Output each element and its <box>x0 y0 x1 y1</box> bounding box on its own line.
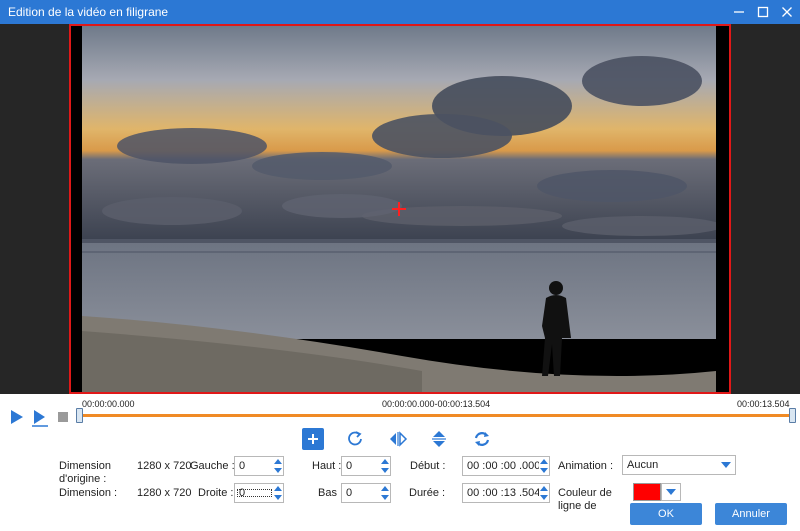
cancel-button[interactable]: Annuler <box>715 503 787 525</box>
dimension-value: 1280 x 720 <box>137 487 192 499</box>
video-preview-area <box>0 24 800 394</box>
timeline-end-handle[interactable] <box>789 408 796 423</box>
crosshair-icon <box>392 202 406 216</box>
timeline-track[interactable] <box>79 414 793 417</box>
play-segment-icon[interactable] <box>31 409 49 427</box>
minimize-button[interactable] <box>728 0 750 24</box>
animation-value: Aucun <box>627 459 659 471</box>
bottom-input[interactable] <box>342 487 381 499</box>
window-title: Edition de la vidéo en filigrane <box>8 5 169 19</box>
maximize-icon <box>757 6 769 18</box>
original-dimension-value: 1280 x 720 <box>137 460 192 472</box>
stepper-down-icon[interactable] <box>539 468 548 473</box>
add-watermark-button[interactable] <box>302 428 324 450</box>
close-button[interactable] <box>776 0 798 24</box>
close-icon <box>782 7 792 17</box>
line-color-label: Couleur de ligne de <box>558 487 612 512</box>
animation-select[interactable]: Aucun <box>622 455 736 475</box>
timeline-end-time: 00:00:13.504 <box>737 399 790 409</box>
rotate-icon <box>348 431 362 446</box>
plus-icon <box>308 434 318 444</box>
maximize-button[interactable] <box>752 0 774 24</box>
animation-label: Animation : <box>558 460 614 472</box>
stepper-down-icon[interactable] <box>274 495 283 500</box>
flip-vertical-button[interactable] <box>428 428 450 450</box>
timeline-start-handle[interactable] <box>76 408 83 423</box>
stepper-up-icon[interactable] <box>539 486 548 491</box>
play-icon[interactable] <box>10 409 24 425</box>
top-input[interactable] <box>342 460 381 472</box>
start-label: Début : <box>410 460 446 472</box>
bottom-stepper[interactable] <box>341 483 391 503</box>
right-input[interactable] <box>235 487 274 499</box>
refresh-icon <box>474 432 490 446</box>
timeline-start-time: 00:00:00.000 <box>82 399 135 409</box>
stepper-up-icon[interactable] <box>381 486 390 491</box>
stepper-down-icon[interactable] <box>539 495 548 500</box>
flip-horizontal-button[interactable] <box>387 428 409 450</box>
flip-horizontal-icon <box>390 431 408 447</box>
reset-button[interactable] <box>471 428 493 450</box>
line-color-swatch[interactable] <box>633 483 661 501</box>
top-stepper[interactable] <box>341 456 391 476</box>
top-label: Haut : <box>312 460 342 472</box>
stepper-up-icon[interactable] <box>274 459 283 464</box>
stepper-up-icon[interactable] <box>539 459 548 464</box>
stepper-up-icon[interactable] <box>274 486 283 491</box>
start-time-input[interactable] <box>463 460 539 472</box>
left-label: Gauche : <box>190 460 235 472</box>
timeline-range-time: 00:00:00.000-00:00:13.504 <box>382 399 491 409</box>
flip-vertical-icon <box>432 431 446 447</box>
ok-button[interactable]: OK <box>630 503 702 525</box>
chevron-down-icon <box>721 462 731 468</box>
stepper-down-icon[interactable] <box>274 468 283 473</box>
chevron-down-icon <box>666 489 676 495</box>
start-time-stepper[interactable] <box>462 456 550 476</box>
rotate-button[interactable] <box>344 428 366 450</box>
dimension-label: Dimension : <box>59 487 118 499</box>
bottom-label: Bas : <box>318 487 344 499</box>
left-input[interactable] <box>235 460 274 472</box>
line-color-dropdown[interactable] <box>661 483 681 501</box>
duration-stepper[interactable] <box>462 483 550 503</box>
original-dimension-label: Dimension d'origine : <box>59 460 111 485</box>
minimize-icon <box>734 11 744 13</box>
right-stepper[interactable] <box>234 483 284 503</box>
right-label: Droite : <box>198 487 234 499</box>
title-bar: Edition de la vidéo en filigrane <box>0 0 800 24</box>
stepper-up-icon[interactable] <box>381 459 390 464</box>
stop-icon[interactable] <box>58 412 68 422</box>
stepper-down-icon[interactable] <box>381 495 390 500</box>
left-stepper[interactable] <box>234 456 284 476</box>
stepper-down-icon[interactable] <box>381 468 390 473</box>
duration-input[interactable] <box>463 487 539 499</box>
duration-label: Durée : <box>409 487 446 499</box>
